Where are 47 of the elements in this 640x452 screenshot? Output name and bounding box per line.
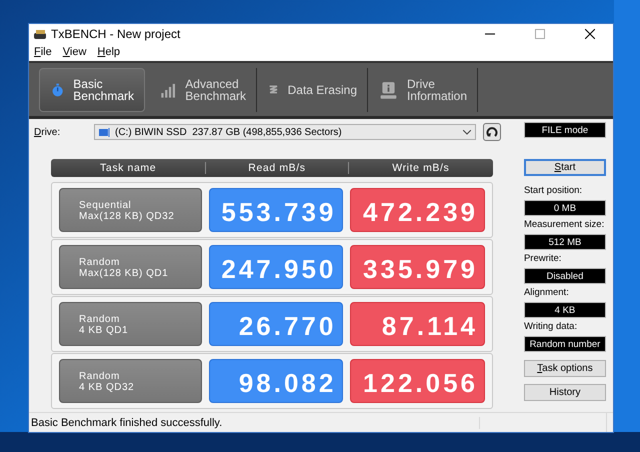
setting-label: Measurement size: bbox=[524, 219, 604, 230]
setting-label: Writing data: bbox=[524, 321, 578, 332]
toolbar-tab[interactable]: Drive Information bbox=[368, 68, 478, 112]
write-speed: 335.979 bbox=[350, 245, 486, 289]
task-name: Random 4 KB QD32 bbox=[59, 359, 202, 403]
menu-item[interactable]: Help bbox=[97, 46, 120, 58]
task-name: Random 4 KB QD1 bbox=[59, 302, 202, 346]
menu-item[interactable]: View bbox=[62, 46, 86, 58]
setting-label: Start position: bbox=[524, 185, 582, 196]
refresh-icon bbox=[486, 126, 498, 138]
drive-dropdown[interactable]: (C:) BIWIN SSD 237.87 GB (498,855,936 Sectors) bbox=[94, 124, 476, 140]
task-name: Random Max(128 KB) QD1 bbox=[59, 245, 202, 289]
setting-value: 4 KB bbox=[524, 302, 606, 318]
setting-value: Disabled bbox=[524, 268, 606, 284]
toolbar-tab[interactable]: Data Erasing bbox=[257, 68, 368, 112]
mode-indicator: FILE mode bbox=[524, 122, 606, 138]
start-button[interactable]: Start bbox=[524, 159, 606, 176]
toolbar-tab[interactable]: Advanced Benchmark bbox=[149, 68, 257, 112]
setting-label: Alignment: bbox=[524, 287, 569, 298]
task-name: Sequential Max(128 KB) QD32 bbox=[59, 188, 202, 232]
close-icon bbox=[585, 28, 595, 38]
drive-icon bbox=[99, 126, 112, 138]
column-header: Write mB/s bbox=[348, 162, 493, 174]
setting-value: 0 MB bbox=[524, 200, 606, 216]
column-header: Task name bbox=[99, 162, 158, 174]
setting-label: Prewrite: bbox=[524, 253, 562, 264]
toolbar-tab[interactable]: Basic Benchmark bbox=[39, 68, 145, 112]
chevron-down-icon bbox=[463, 130, 471, 134]
read-speed: 247.950 bbox=[208, 245, 344, 289]
menu-item[interactable]: File bbox=[34, 46, 52, 58]
setting-value: 512 MB bbox=[524, 234, 606, 250]
write-speed: 472.239 bbox=[350, 188, 486, 232]
write-speed: 122.056 bbox=[350, 359, 486, 403]
write-speed: 87.114 bbox=[350, 302, 486, 346]
window-title: TxBENCH - New project bbox=[51, 26, 180, 40]
read-speed: 26.770 bbox=[208, 302, 344, 346]
maximize-icon bbox=[535, 28, 545, 38]
task-options-button[interactable]: Task options bbox=[524, 360, 606, 377]
column-header: Read mB/s bbox=[205, 162, 348, 174]
read-speed: 98.082 bbox=[208, 359, 344, 403]
read-speed: 553.739 bbox=[208, 188, 344, 232]
setting-value: Random number bbox=[524, 336, 606, 352]
app-icon bbox=[33, 28, 47, 40]
status-text: Basic Benchmark finished successfully. bbox=[29, 416, 480, 428]
refresh-button[interactable] bbox=[483, 123, 501, 141]
drive-label: Drive: bbox=[34, 126, 62, 138]
history-button[interactable]: History bbox=[524, 384, 606, 401]
